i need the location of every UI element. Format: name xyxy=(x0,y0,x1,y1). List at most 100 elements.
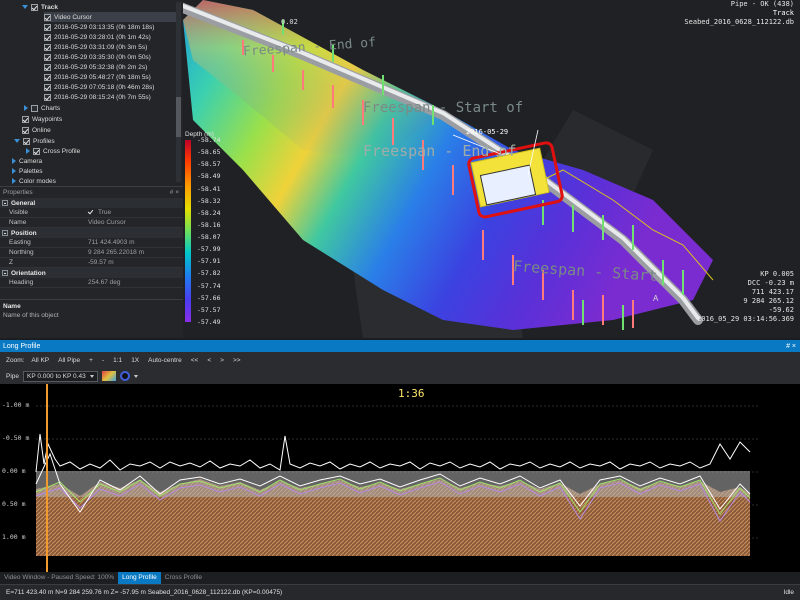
tree-item-label: Video Cursor xyxy=(54,13,92,21)
tree-item-video-cursor[interactable]: Video Cursor xyxy=(44,12,176,22)
y-tick-label: 0.00 m xyxy=(2,467,26,475)
checkbox[interactable] xyxy=(44,83,51,91)
tree-item-track-segment[interactable]: 2016-05-29 07:05:18 (0h 46m 28s) xyxy=(44,82,154,92)
checkbox[interactable] xyxy=(44,93,51,101)
expand-icon[interactable] xyxy=(24,105,28,111)
checkbox[interactable] xyxy=(44,33,51,41)
tree-item-track-segment[interactable]: 2016-05-29 03:13:35 (0h 18m 18s) xyxy=(44,22,154,32)
prop-value[interactable]: 9 284 265.22018 m xyxy=(85,248,183,257)
group-position[interactable]: Position xyxy=(0,228,183,238)
auto-centre-button[interactable]: Auto-centre xyxy=(146,356,184,365)
track-label: Track xyxy=(772,9,794,17)
prop-z[interactable]: Z -59.57 m xyxy=(0,258,183,268)
tree-scrollbar[interactable] xyxy=(176,2,181,182)
colour-mode-icon[interactable] xyxy=(119,371,130,381)
tab-cross-profile[interactable]: Cross Profile xyxy=(161,572,206,584)
nav-next-button[interactable]: > xyxy=(218,356,226,365)
prop-easting[interactable]: Easting 711 424.4903 m xyxy=(0,238,183,248)
collapse-icon[interactable] xyxy=(2,270,8,276)
prop-value[interactable]: 711 424.4903 m xyxy=(85,238,183,247)
legend-value: -58.24 xyxy=(197,208,221,217)
tree-item-cross-profile[interactable]: Cross Profile xyxy=(26,146,80,156)
zoom-all-pipe-button[interactable]: All Pipe xyxy=(56,356,82,365)
collapse-icon[interactable] xyxy=(2,230,8,236)
tab-long-profile[interactable]: Long Profile xyxy=(118,572,161,584)
legend-value: -58.32 xyxy=(197,196,221,205)
tree-item-online[interactable]: Online xyxy=(22,125,51,135)
tree-item-label: Profiles xyxy=(33,137,55,145)
prop-visible[interactable]: Visible True xyxy=(0,208,183,218)
idle-status: Idle xyxy=(783,589,794,596)
tree-item-label: 2016-05-29 03:13:35 (0h 18m 18s) xyxy=(54,23,155,31)
checkbox[interactable] xyxy=(31,3,38,11)
position-readout: KP 0.005 DCC -0.23 m 711 423.17 9 284 26… xyxy=(697,270,794,324)
prop-value[interactable]: 254.67 deg xyxy=(85,278,183,287)
legend-value: -58.65 xyxy=(197,148,221,157)
group-orientation[interactable]: Orientation xyxy=(0,268,183,278)
checkbox[interactable] xyxy=(44,63,51,71)
pin-close-icons[interactable]: # × xyxy=(786,343,796,350)
checkbox[interactable] xyxy=(44,13,51,21)
prop-heading[interactable]: Heading 254.67 deg xyxy=(0,278,183,288)
profile-canvas[interactable] xyxy=(0,384,800,572)
chevron-down-icon[interactable] xyxy=(133,374,138,378)
zoom-toolbar: Zoom: All KP All Pipe + - 1:1 1X Auto-ce… xyxy=(0,352,800,368)
zoom-in-button[interactable]: + xyxy=(87,356,95,365)
expand-icon[interactable] xyxy=(22,5,28,9)
tree-item-color-modes[interactable]: Color modes xyxy=(12,176,56,186)
expand-icon[interactable] xyxy=(14,139,20,143)
expand-icon[interactable] xyxy=(26,148,30,154)
pipe-range-select[interactable]: KP 0.000 to KP 0.43 xyxy=(23,370,98,382)
prop-name[interactable]: Name Video Cursor xyxy=(0,218,183,228)
palette-icon[interactable] xyxy=(101,371,116,381)
nav-first-button[interactable]: << xyxy=(189,356,201,365)
tree-item-track-segment[interactable]: 2016-05-29 08:15:24 (0h 7m 55s) xyxy=(44,92,151,102)
tree-item-label: Color modes xyxy=(19,177,56,185)
prop-value[interactable]: -59.57 m xyxy=(85,258,183,267)
tree-item-waypoints[interactable]: Waypoints xyxy=(22,114,62,124)
tree-item-track-segment[interactable]: 2016-05-29 05:48:27 (0h 18m 5s) xyxy=(44,72,151,82)
collapse-icon[interactable] xyxy=(2,200,8,206)
expand-icon[interactable] xyxy=(12,168,16,174)
scale-1x-button[interactable]: 1X xyxy=(129,356,141,365)
group-general[interactable]: General xyxy=(0,198,183,208)
3d-viewport[interactable]: Freespan - End of Freespan - Start of Fr… xyxy=(183,0,800,338)
description-title: Name xyxy=(3,303,21,310)
nav-last-button[interactable]: >> xyxy=(231,356,243,365)
tree-item-track-segment[interactable]: 2016-05-29 03:35:30 (0h 0m 50s) xyxy=(44,52,151,62)
pin-close-icons[interactable]: # × xyxy=(170,189,179,196)
zoom-out-button[interactable]: - xyxy=(100,356,106,365)
check-icon[interactable] xyxy=(88,209,95,216)
tree-item-charts[interactable]: Charts xyxy=(24,103,60,113)
checkbox[interactable] xyxy=(23,137,30,145)
scale-1to1-button[interactable]: 1:1 xyxy=(111,356,124,365)
checkbox[interactable] xyxy=(44,43,51,51)
expand-icon[interactable] xyxy=(12,178,16,184)
tree-item-track-segment[interactable]: 2016-05-29 03:28:01 (0h 1m 42s) xyxy=(44,32,151,42)
zoom-all-kp-button[interactable]: All KP xyxy=(29,356,51,365)
tree-item-palettes[interactable]: Palettes xyxy=(12,166,43,176)
tree-item-track-segment[interactable]: 2016-05-29 05:32:38 (0h 2m 2s) xyxy=(44,62,147,72)
legend-value: -57.57 xyxy=(197,305,221,314)
time-readout: 1:36 xyxy=(398,387,425,400)
prop-northing[interactable]: Northing 9 284 265.22018 m xyxy=(0,248,183,258)
checkbox[interactable] xyxy=(33,147,40,155)
tab-video-window[interactable]: Video Window - Paused Speed: 100% xyxy=(0,572,118,584)
tree-item-profiles[interactable]: Profiles xyxy=(14,136,55,146)
nav-prev-button[interactable]: < xyxy=(205,356,213,365)
tree-item-camera[interactable]: Camera xyxy=(12,156,42,166)
prop-value[interactable]: Video Cursor xyxy=(85,218,183,227)
long-profile-plot[interactable]: -1.00 m -0.50 m 0.00 m 0.50 m 1.00 m 1:3… xyxy=(0,384,800,572)
checkbox[interactable] xyxy=(22,126,29,134)
tree-item-label: Camera xyxy=(19,157,43,165)
tree-item-track-segment[interactable]: 2016-05-29 03:31:09 (0h 3m 5s) xyxy=(44,42,147,52)
tree-item-track[interactable]: Track xyxy=(22,2,58,12)
checkbox[interactable] xyxy=(22,115,29,123)
checkbox[interactable] xyxy=(31,104,38,112)
checkbox[interactable] xyxy=(44,53,51,61)
expand-icon[interactable] xyxy=(12,158,16,164)
checkbox[interactable] xyxy=(44,73,51,81)
checkbox[interactable] xyxy=(44,23,51,31)
status-bar: E=711 423.40 m N=9 284 259.76 m Z= -57.9… xyxy=(0,584,800,600)
scrollbar-thumb[interactable] xyxy=(176,97,181,137)
